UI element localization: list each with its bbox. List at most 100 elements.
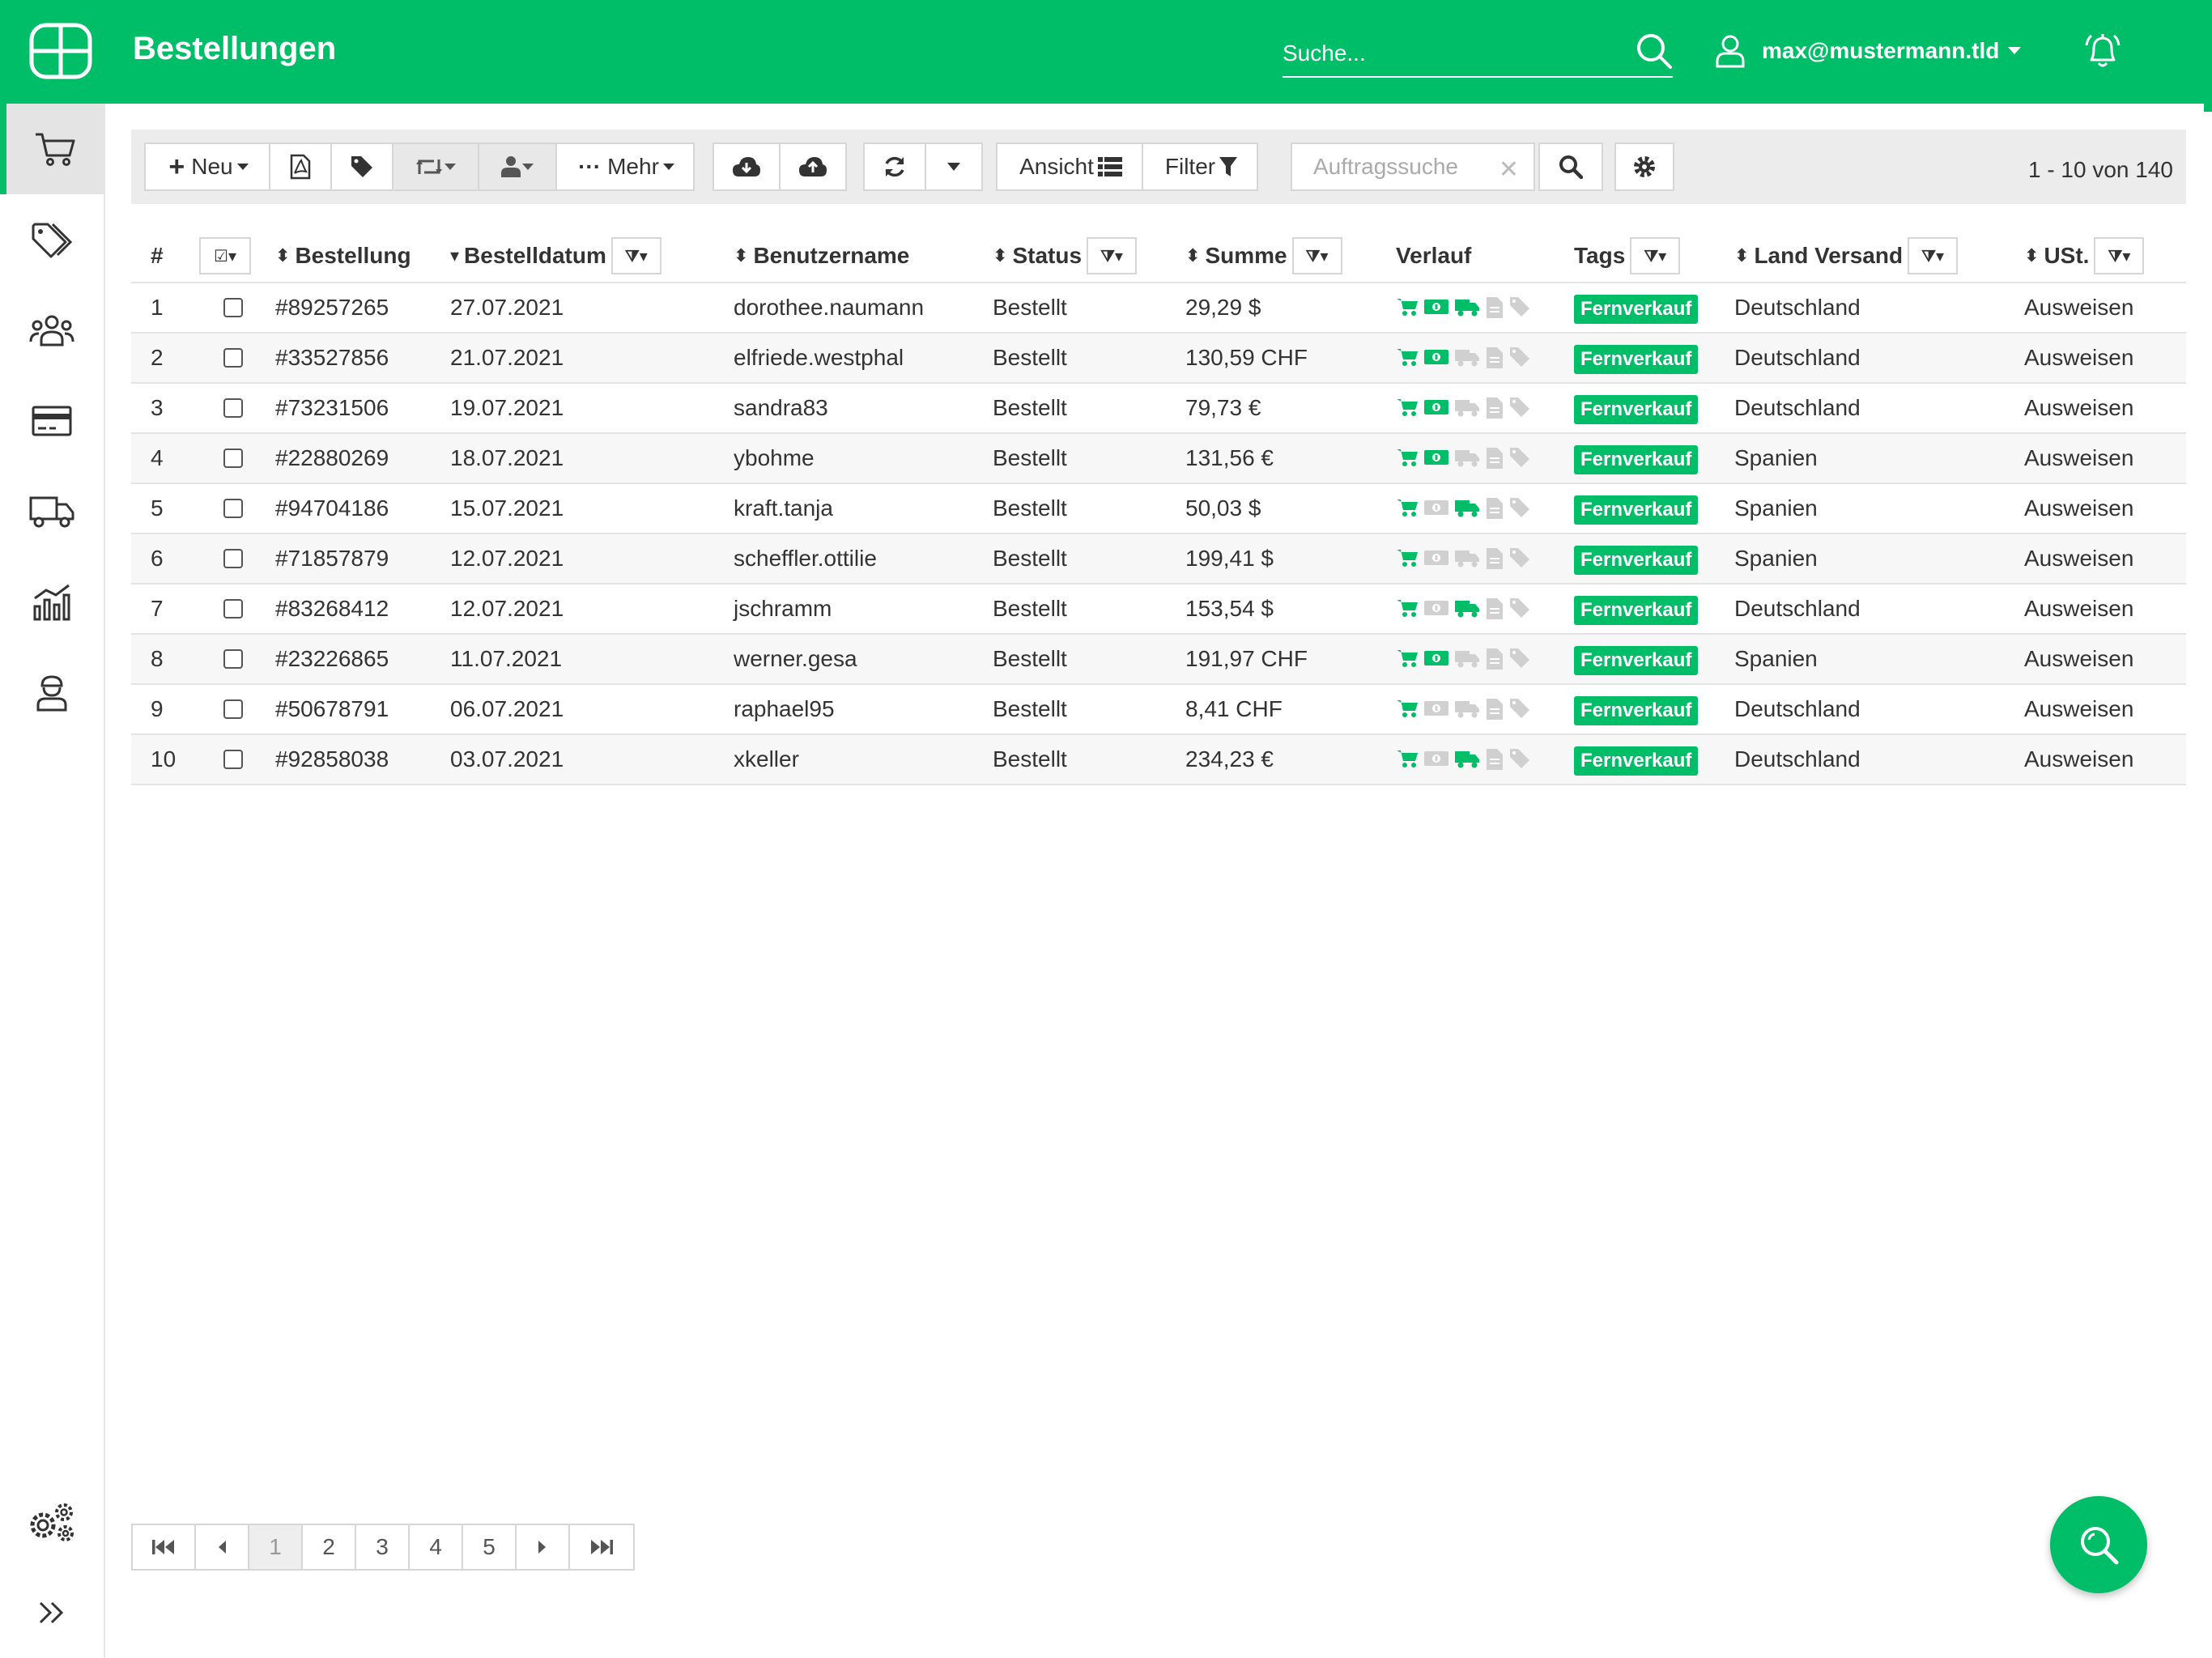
column-header-tags[interactable]: Tags ⧩▾: [1574, 230, 1681, 282]
search-icon[interactable]: [1636, 32, 1673, 70]
date-filter-button[interactable]: ⧩▾: [610, 237, 661, 274]
last-page-button[interactable]: [570, 1525, 633, 1569]
more-button[interactable]: ··· Mehr: [555, 142, 695, 191]
sidebar-item-orders[interactable]: [0, 104, 104, 194]
upload-button[interactable]: [779, 142, 847, 191]
clear-search-icon[interactable]: ✕: [1499, 155, 1519, 184]
row-checkbox[interactable]: [223, 699, 243, 719]
status-change-button[interactable]: [392, 142, 479, 191]
notification-bell-icon[interactable]: [2081, 29, 2125, 73]
pdf-button[interactable]: [269, 142, 332, 191]
username[interactable]: sandra83: [734, 384, 828, 432]
tag-badge[interactable]: Fernverkauf: [1574, 545, 1699, 575]
select-all-dropdown[interactable]: ☑▾: [199, 237, 251, 274]
row-checkbox[interactable]: [223, 298, 243, 317]
sidebar-item-customers[interactable]: [0, 285, 104, 376]
global-search-input[interactable]: [1283, 36, 1623, 71]
row-checkbox[interactable]: [223, 449, 243, 468]
download-button[interactable]: [713, 142, 781, 191]
tag-badge[interactable]: Fernverkauf: [1574, 394, 1699, 424]
username[interactable]: kraft.tanja: [734, 484, 833, 533]
table-row[interactable]: 7 #83268412 12.07.2021 jschramm Bestellt 153,…: [131, 583, 2186, 633]
order-number[interactable]: #89257265: [275, 283, 389, 332]
row-checkbox[interactable]: [223, 750, 243, 769]
row-checkbox[interactable]: [223, 649, 243, 669]
order-number[interactable]: #22880269: [275, 434, 389, 483]
sidebar-item-statistics[interactable]: [0, 557, 104, 648]
page-button-3[interactable]: 3: [356, 1525, 410, 1569]
tag-badge[interactable]: Fernverkauf: [1574, 444, 1699, 474]
assign-user-button[interactable]: [478, 142, 557, 191]
refresh-button[interactable]: [863, 142, 926, 191]
order-number[interactable]: #71857879: [275, 534, 389, 583]
table-row[interactable]: 6 #71857879 12.07.2021 scheffler.ottilie Bes…: [131, 533, 2186, 583]
tag-badge[interactable]: Fernverkauf: [1574, 695, 1699, 725]
tag-badge[interactable]: Fernverkauf: [1574, 595, 1699, 625]
view-button[interactable]: Ansicht: [996, 142, 1143, 191]
table-row[interactable]: 4 #22880269 18.07.2021 ybohme Bestellt 131,56…: [131, 432, 2186, 483]
tag-badge[interactable]: Fernverkauf: [1574, 746, 1699, 776]
order-number[interactable]: #23226865: [275, 635, 389, 683]
row-checkbox[interactable]: [223, 348, 243, 368]
order-number[interactable]: #73231506: [275, 384, 389, 432]
tag-badge[interactable]: Fernverkauf: [1574, 344, 1699, 374]
order-number[interactable]: #33527856: [275, 334, 389, 382]
username[interactable]: jschramm: [734, 585, 832, 633]
floating-search-button[interactable]: [2050, 1496, 2147, 1593]
sidebar-item-payments[interactable]: [0, 376, 104, 466]
sidebar-item-tags[interactable]: [0, 194, 104, 285]
select-all-control[interactable]: ☑▾: [199, 230, 251, 282]
sidebar-item-staff[interactable]: [0, 648, 104, 738]
username[interactable]: xkeller: [734, 735, 799, 784]
row-checkbox[interactable]: [223, 398, 243, 418]
username[interactable]: raphael95: [734, 685, 835, 733]
table-row[interactable]: 9 #50678791 06.07.2021 raphael95 Bestellt 8,4…: [131, 683, 2186, 733]
row-checkbox[interactable]: [223, 499, 243, 518]
username[interactable]: elfriede.westphal: [734, 334, 904, 382]
status-filter-button[interactable]: ⧩▾: [1087, 237, 1138, 274]
order-number[interactable]: #83268412: [275, 585, 389, 633]
column-header-vat[interactable]: ⬍ USt. ⧩▾: [2024, 230, 2145, 282]
username[interactable]: dorothee.naumann: [734, 283, 924, 332]
tag-badge[interactable]: Fernverkauf: [1574, 294, 1699, 324]
column-header-sum[interactable]: ⬍ Summe ⧩▾: [1185, 230, 1342, 282]
tag-badge[interactable]: Fernverkauf: [1574, 645, 1699, 675]
sum-filter-button[interactable]: ⧩▾: [1291, 237, 1342, 274]
page-button-1[interactable]: 1: [249, 1525, 303, 1569]
page-button-4[interactable]: 4: [410, 1525, 463, 1569]
column-header-status[interactable]: ⬍ Status ⧩▾: [993, 230, 1138, 282]
sidebar-item-shipping[interactable]: [0, 466, 104, 557]
username[interactable]: werner.gesa: [734, 635, 857, 683]
column-header-order[interactable]: ⬍ Bestellung: [275, 230, 411, 282]
sidebar-item-settings[interactable]: [0, 1477, 104, 1567]
table-row[interactable]: 10 #92858038 03.07.2021 xkeller Bestellt 234,…: [131, 733, 2186, 784]
order-number[interactable]: #94704186: [275, 484, 389, 533]
table-row[interactable]: 1 #89257265 27.07.2021 dorothee.naumann Best…: [131, 282, 2186, 332]
order-search-button[interactable]: [1538, 142, 1603, 191]
tag-button[interactable]: [330, 142, 393, 191]
previous-page-button[interactable]: [196, 1525, 249, 1569]
first-page-button[interactable]: [133, 1525, 196, 1569]
order-number[interactable]: #50678791: [275, 685, 389, 733]
table-settings-button[interactable]: [1614, 142, 1674, 191]
new-button[interactable]: + Neu: [144, 142, 270, 191]
table-row[interactable]: 3 #73231506 19.07.2021 sandra83 Bestellt 79,7…: [131, 382, 2186, 432]
app-logo-icon[interactable]: [29, 23, 92, 79]
refresh-options-button[interactable]: [925, 142, 983, 191]
page-button-2[interactable]: 2: [303, 1525, 356, 1569]
row-checkbox[interactable]: [223, 549, 243, 568]
vat-filter-button[interactable]: ⧩▾: [2094, 237, 2145, 274]
country-filter-button[interactable]: ⧩▾: [1908, 237, 1959, 274]
filter-button[interactable]: Filter: [1142, 142, 1258, 191]
tag-badge[interactable]: Fernverkauf: [1574, 495, 1699, 525]
column-header-country[interactable]: ⬍ Land Versand ⧩▾: [1734, 230, 1959, 282]
table-row[interactable]: 5 #94704186 15.07.2021 kraft.tanja Bestellt 5…: [131, 483, 2186, 533]
username[interactable]: ybohme: [734, 434, 815, 483]
next-page-button[interactable]: [517, 1525, 570, 1569]
column-header-username[interactable]: ⬍ Benutzername: [734, 230, 909, 282]
username[interactable]: scheffler.ottilie: [734, 534, 877, 583]
order-number[interactable]: #92858038: [275, 735, 389, 784]
column-header-date[interactable]: ▾ Bestelldatum ⧩▾: [450, 230, 661, 282]
row-checkbox[interactable]: [223, 599, 243, 619]
page-button-5[interactable]: 5: [463, 1525, 517, 1569]
